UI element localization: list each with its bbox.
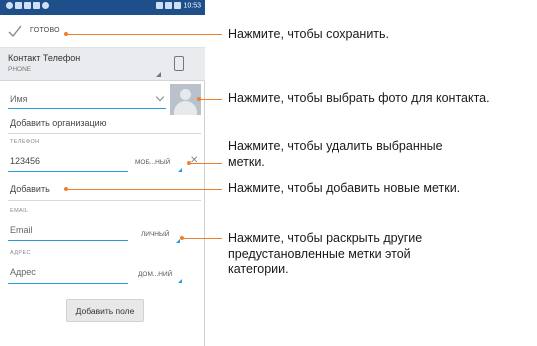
dropdown-triangle-icon [178,279,182,283]
callout-expand-line1: Нажмите, чтобы раскрыть другие [228,231,423,245]
leader-line [189,163,222,164]
leader-line [199,99,222,100]
phone-screen: 10:53 ГОТОВО Контакт Телефон PHONE Имя Д… [0,0,205,346]
phone-field-underline [8,171,128,172]
divider [8,133,201,134]
phone-section-header: ТЕЛЕФОН [10,139,40,145]
name-field-underline [8,108,166,109]
notification-icons [6,2,51,9]
callout-delete-labels: Нажмите, чтобы удалить выбранные метки. [228,139,443,170]
dropdown-triangle-icon [156,72,161,77]
account-selector[interactable]: Контакт Телефон PHONE [0,48,205,81]
address-section-header: АДРЕС [10,250,31,256]
notification-icon [6,2,13,9]
email-label-type[interactable]: ЛИЧНЫЙ [141,231,169,238]
callout-add-label: Нажмите, чтобы добавить новые метки. [228,181,461,195]
callout-delete-line2: метки. [228,154,265,169]
usb-icon [15,2,22,9]
callout-expand-line3: категории. [228,262,289,276]
remove-label-icon[interactable]: ✕ [190,155,198,166]
address-label-type[interactable]: ДОМ...НИЙ [138,271,172,278]
leader-line [182,238,222,239]
add-field-button[interactable]: Добавить поле [66,299,144,322]
action-bar: ГОТОВО [0,15,205,48]
email-section-header: EMAIL [10,208,29,214]
phone-label-type[interactable]: МОБ...НЫЙ [135,159,170,166]
address-field-underline [8,283,128,284]
dropdown-triangle-icon [178,168,182,172]
name-field[interactable]: Имя [10,94,28,104]
status-time: 10:53 [183,2,201,10]
address-input[interactable]: Адрес [10,267,36,277]
callout-delete-line1: Нажмите, чтобы удалить выбранные [228,139,443,153]
usb-icon [24,2,31,9]
image-icon [33,2,40,9]
divider [8,200,201,201]
checkmark-icon[interactable] [8,24,22,38]
account-type: PHONE [8,66,32,73]
dropdown-triangle-icon [176,239,180,243]
callout-expand-line2: предустановленные метки этой [228,246,411,261]
callout-save: Нажмите, чтобы сохранить. [228,27,390,41]
avatar-body [174,101,197,115]
done-button[interactable]: ГОТОВО [30,27,60,34]
email-input[interactable]: Email [10,225,33,235]
status-bar: 10:53 [0,0,205,15]
email-field-underline [8,240,128,241]
account-name: Контакт Телефон [8,53,81,63]
status-right: 10:53 [156,2,201,9]
android-icon [42,2,49,9]
add-organization-link[interactable]: Добавить организацию [10,118,106,128]
battery-icon [174,2,182,9]
callout-expand-labels: Нажмите, чтобы раскрыть другие предустан… [228,231,422,278]
add-label-link[interactable]: Добавить [10,184,50,194]
leader-line [66,34,222,35]
leader-line [66,189,222,190]
callout-photo: Нажмите, чтобы выбрать фото для контакта… [228,91,490,105]
chevron-down-icon[interactable] [155,92,165,102]
signal-icon [165,2,173,9]
phone-icon [174,56,184,71]
wifi-icon [156,2,164,9]
phone-input[interactable]: 123456 [10,156,40,166]
avatar-head [180,89,191,100]
